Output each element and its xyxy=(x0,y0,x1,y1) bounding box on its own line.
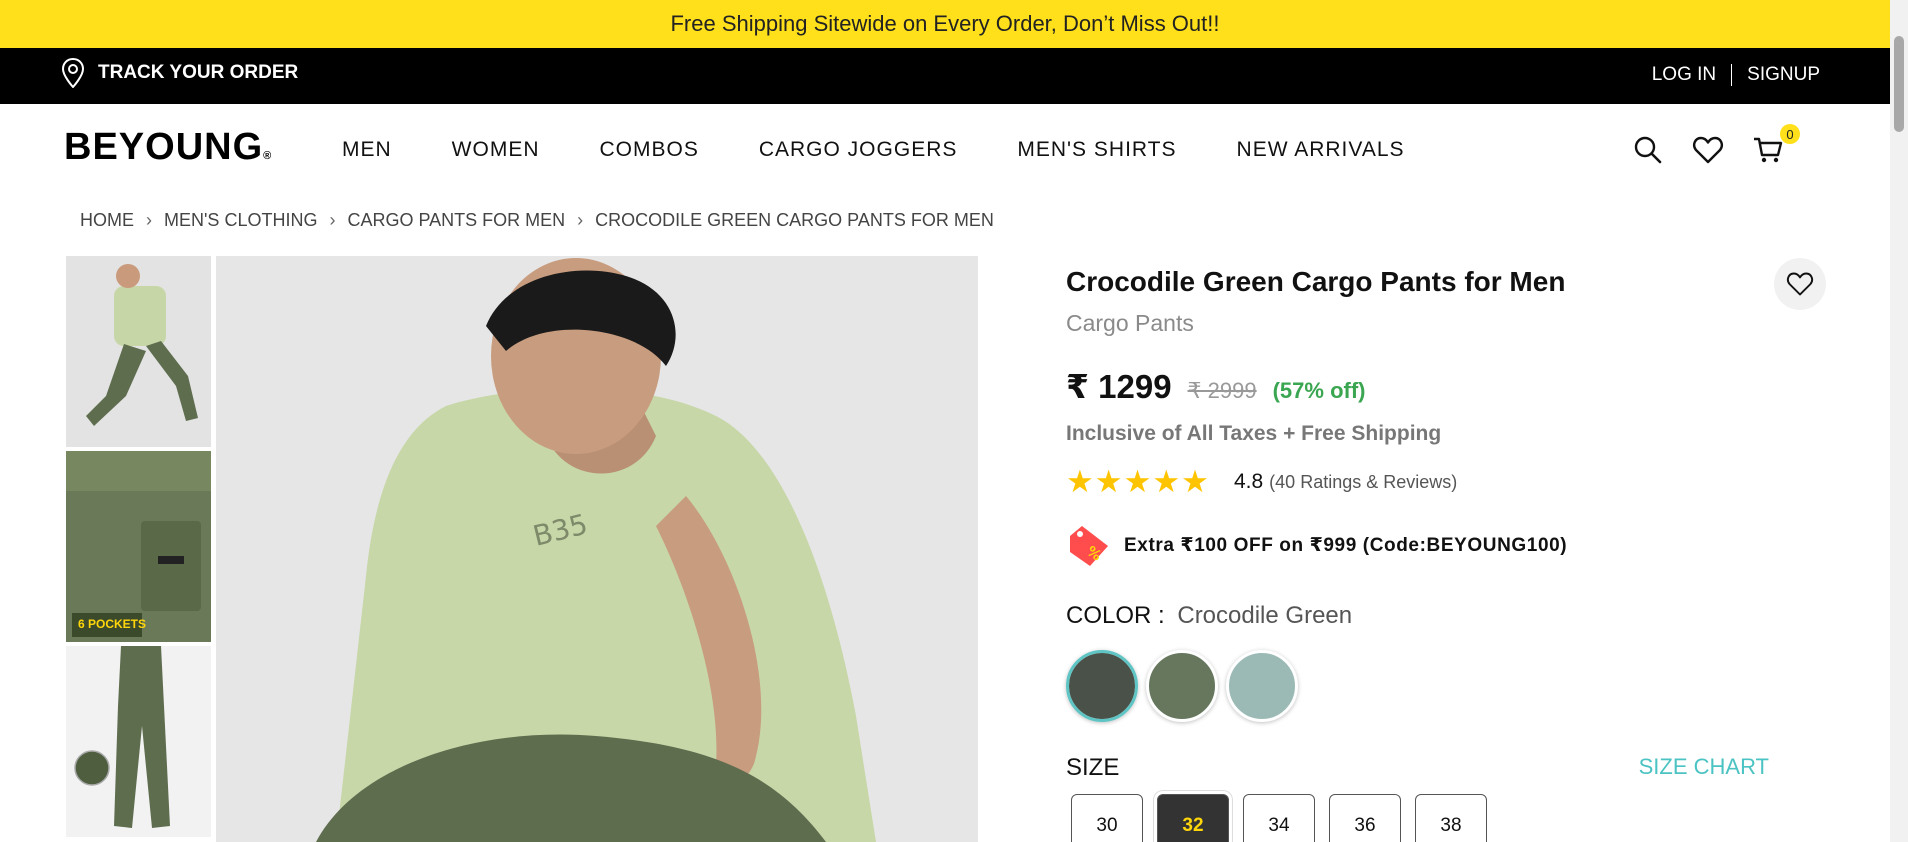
size-option-36[interactable]: 36 xyxy=(1329,794,1401,842)
rating-row[interactable]: ★★★★★ 4.8 (40 Ratings & Reviews) xyxy=(1066,464,1826,500)
thumbnail-2[interactable]: 6 POCKETS xyxy=(66,451,211,642)
search-icon[interactable] xyxy=(1632,134,1664,166)
size-options: 30 32 34 36 38 xyxy=(1071,794,1826,842)
page-scrollbar[interactable] xyxy=(1890,0,1908,842)
color-row: COLOR : Crocodile Green xyxy=(1066,602,1826,630)
price-row: ₹ 1299 ₹ 2999 (57% off) xyxy=(1066,367,1826,406)
offer-text: Extra ₹100 OFF on ₹999 (Code:BEYOUNG100) xyxy=(1124,534,1568,556)
beyoung-logo[interactable]: BEYOUNG® xyxy=(64,126,272,169)
chevron-right-icon: › xyxy=(146,210,152,230)
size-option-34[interactable]: 34 xyxy=(1243,794,1315,842)
nav-icons: 0 xyxy=(1632,124,1800,166)
size-chart-link[interactable]: SIZE CHART xyxy=(1639,754,1769,782)
thumbnail-1[interactable] xyxy=(66,256,211,447)
nav-women[interactable]: WOMEN xyxy=(452,138,540,162)
size-label: SIZE xyxy=(1066,754,1120,781)
sale-price: ₹ 1299 xyxy=(1066,368,1172,405)
nav-menu: MEN WOMEN COMBOS CARGO JOGGERS MEN'S SHI… xyxy=(342,138,1405,162)
track-order-link[interactable]: TRACK YOUR ORDER xyxy=(62,58,298,88)
cart-count-badge: 0 xyxy=(1780,124,1800,144)
heart-icon xyxy=(1786,272,1814,296)
color-swatch-3[interactable] xyxy=(1226,650,1298,722)
scrollbar-thumb[interactable] xyxy=(1894,36,1904,132)
product-info: Crocodile Green Cargo Pants for Men Carg… xyxy=(1066,256,1826,842)
product-title: Crocodile Green Cargo Pants for Men xyxy=(1066,266,1566,297)
color-swatch-1[interactable] xyxy=(1066,650,1138,722)
size-header: SIZE SIZE CHART xyxy=(1066,754,1769,782)
size-option-32[interactable]: 32 xyxy=(1157,794,1229,842)
discount-tag-icon: % xyxy=(1070,526,1108,566)
thumbnail-3[interactable] xyxy=(66,646,211,837)
nav-cargo-joggers[interactable]: CARGO JOGGERS xyxy=(759,138,958,162)
track-order-label: TRACK YOUR ORDER xyxy=(98,62,299,83)
top-bar: TRACK YOUR ORDER LOG IN SIGNUP xyxy=(0,48,1890,104)
tax-note: Inclusive of All Taxes + Free Shipping xyxy=(1066,422,1442,445)
nav-mens-shirts[interactable]: MEN'S SHIRTS xyxy=(1017,138,1176,162)
breadcrumb: HOME › MEN'S CLOTHING › CARGO PANTS FOR … xyxy=(80,210,994,231)
breadcrumb-cargo-pants[interactable]: CARGO PANTS FOR MEN xyxy=(347,210,565,231)
promo-text: Free Shipping Sitewide on Every Order, D… xyxy=(670,11,1220,36)
color-swatch-2[interactable] xyxy=(1146,650,1218,722)
promo-banner: Free Shipping Sitewide on Every Order, D… xyxy=(0,0,1890,48)
main-nav: BEYOUNG® MEN WOMEN COMBOS CARGO JOGGERS … xyxy=(0,104,1890,196)
pockets-label: 6 POCKETS xyxy=(78,617,147,631)
thumbnail-list: 6 POCKETS xyxy=(66,256,211,841)
auth-divider xyxy=(1731,64,1733,86)
wishlist-heart-icon[interactable] xyxy=(1692,134,1724,166)
color-label: COLOR : xyxy=(1066,602,1165,629)
nav-combos[interactable]: COMBOS xyxy=(600,138,699,162)
size-option-38[interactable]: 38 xyxy=(1415,794,1487,842)
color-value: Crocodile Green xyxy=(1177,602,1353,629)
mrp-price: ₹ 2999 xyxy=(1187,378,1257,403)
breadcrumb-home[interactable]: HOME xyxy=(80,210,134,231)
breadcrumb-mens-clothing[interactable]: MEN'S CLOTHING xyxy=(164,210,317,231)
chevron-right-icon: › xyxy=(329,210,336,230)
nav-men[interactable]: MEN xyxy=(342,138,392,162)
rating-value: 4.8 xyxy=(1233,470,1264,493)
discount-percent: (57% off) xyxy=(1272,378,1366,403)
location-pin-icon xyxy=(62,58,84,88)
wishlist-button[interactable] xyxy=(1774,258,1826,310)
color-swatches xyxy=(1066,650,1826,722)
size-option-30[interactable]: 30 xyxy=(1071,794,1143,842)
rating-count: (40 Ratings & Reviews) xyxy=(1269,471,1458,492)
signup-link[interactable]: SIGNUP xyxy=(1747,64,1820,86)
star-rating-icon: ★★★★★ xyxy=(1066,464,1210,499)
chevron-right-icon: › xyxy=(577,210,584,230)
offer-banner: % Extra ₹100 OFF on ₹999 (Code:BEYOUNG10… xyxy=(1066,522,1826,568)
breadcrumb-current: CROCODILE GREEN CARGO PANTS FOR MEN xyxy=(595,210,994,230)
nav-new-arrivals[interactable]: NEW ARRIVALS xyxy=(1237,138,1405,162)
login-link[interactable]: LOG IN xyxy=(1652,64,1716,86)
main-product-image[interactable]: B35 xyxy=(216,256,978,842)
auth-links: LOG IN SIGNUP xyxy=(1652,64,1820,86)
product-category: Cargo Pants xyxy=(1066,310,1194,336)
cart-icon[interactable]: 0 xyxy=(1752,124,1800,166)
